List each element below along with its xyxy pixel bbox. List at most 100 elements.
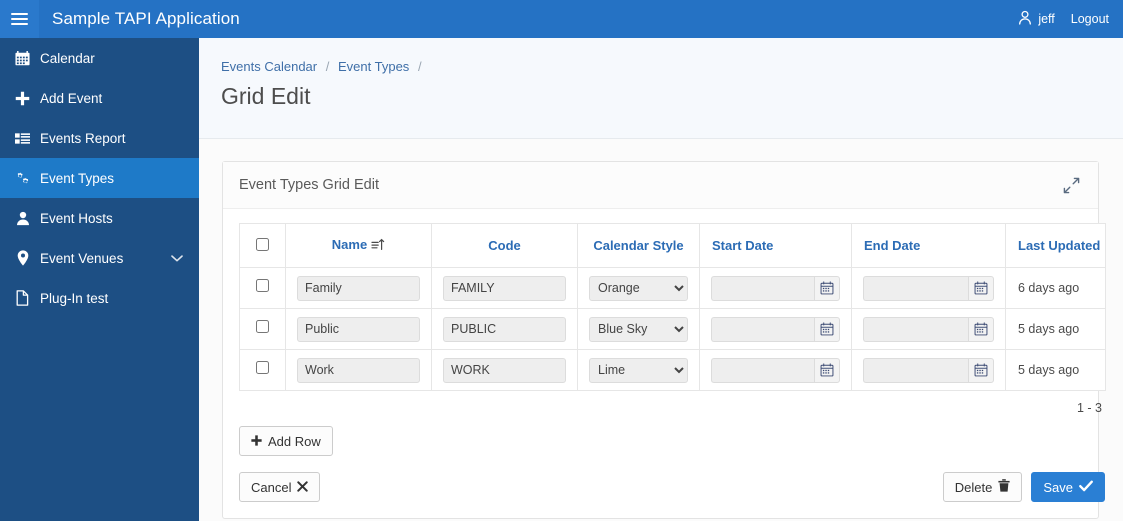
- code-input[interactable]: [443, 316, 566, 342]
- row-select-cell: [239, 267, 286, 309]
- start-date-cell: [699, 308, 852, 350]
- breadcrumb-separator: /: [417, 59, 422, 74]
- start-date-input[interactable]: [711, 357, 814, 383]
- column-header-label: Start Date: [712, 238, 774, 253]
- row-select-cell: [239, 349, 286, 391]
- x-icon: [297, 480, 309, 495]
- hamburger-bar: [11, 13, 28, 15]
- file-icon: [9, 290, 36, 306]
- save-label: Save: [1043, 479, 1073, 495]
- pagination-range: 1 - 3: [1076, 401, 1102, 415]
- sidebar-item-event-types[interactable]: Event Types: [0, 158, 199, 198]
- select-all-checkbox[interactable]: [256, 237, 269, 251]
- event-types-table: Name Code Calendar Style Start Date End …: [239, 223, 1106, 391]
- sidebar-item-event-hosts[interactable]: Event Hosts: [0, 198, 199, 238]
- calendar-picker-icon[interactable]: [814, 316, 840, 342]
- select-all-header: [239, 223, 286, 268]
- user-menu[interactable]: jeff: [1018, 10, 1055, 28]
- calendar-style-select[interactable]: OrangeBlue SkyLime: [589, 316, 688, 342]
- calendar-picker-icon[interactable]: [814, 357, 840, 383]
- sidebar-item-event-venues[interactable]: Event Venues: [0, 238, 199, 278]
- sidebar-item-plug-in-test[interactable]: Plug-In test: [0, 278, 199, 318]
- calendar-style-select[interactable]: OrangeBlue SkyLime: [589, 357, 688, 383]
- start-date-cell: [699, 349, 852, 391]
- end-date-cell: [851, 349, 1006, 391]
- last-updated-value: 5 days ago: [1018, 322, 1080, 336]
- hamburger-bar: [11, 23, 28, 25]
- breadcrumb-item-event-types[interactable]: Event Types: [338, 59, 409, 74]
- column-header-end-date[interactable]: End Date: [851, 223, 1006, 268]
- panel-title: Event Types Grid Edit: [239, 177, 379, 193]
- calendar-style-select[interactable]: OrangeBlue SkyLime: [589, 275, 688, 301]
- end-date-input[interactable]: [863, 316, 968, 342]
- breadcrumb-item-events-calendar[interactable]: Events Calendar: [221, 59, 317, 74]
- row-checkbox[interactable]: [256, 320, 269, 333]
- column-header-code[interactable]: Code: [431, 223, 578, 268]
- column-header-start-date[interactable]: Start Date: [699, 223, 852, 268]
- column-header-calendar-style[interactable]: Calendar Style: [577, 223, 700, 268]
- main-content: Events Calendar / Event Types / Grid Edi…: [199, 38, 1123, 521]
- start-date-input[interactable]: [711, 316, 814, 342]
- footer-actions: Delete Save: [942, 472, 1105, 502]
- list-icon: [9, 131, 36, 146]
- plus-icon: [9, 91, 36, 106]
- row-select-cell: [239, 308, 286, 350]
- last-updated-cell: 5 days ago: [1005, 308, 1106, 350]
- add-row-button[interactable]: Add Row: [239, 426, 333, 456]
- name-input[interactable]: [297, 316, 420, 342]
- column-header-label: Last Updated: [1018, 238, 1101, 253]
- column-header-name[interactable]: Name: [285, 223, 432, 268]
- sidebar-item-label: Plug-In test: [40, 290, 109, 306]
- code-cell: [431, 349, 578, 391]
- chevron-down-icon[interactable]: [171, 251, 183, 266]
- sidebar: Calendar Add Event Events Report Event T…: [0, 38, 199, 521]
- name-input[interactable]: [297, 357, 420, 383]
- name-input[interactable]: [297, 275, 420, 301]
- sidebar-item-add-event[interactable]: Add Event: [0, 78, 199, 118]
- calendar-picker-icon[interactable]: [968, 316, 994, 342]
- calendar-picker-icon[interactable]: [814, 275, 840, 301]
- name-cell: [285, 267, 432, 309]
- breadcrumb-separator: /: [325, 59, 330, 74]
- add-row-container: Add Row: [239, 415, 1082, 456]
- last-updated-cell: 5 days ago: [1005, 349, 1106, 391]
- calendar-style-cell: OrangeBlue SkyLime: [577, 267, 700, 309]
- end-date-cell: [851, 308, 1006, 350]
- calendar-picker-icon[interactable]: [968, 357, 994, 383]
- sidebar-item-label: Event Hosts: [40, 210, 113, 226]
- start-date-input[interactable]: [711, 275, 814, 301]
- cancel-button[interactable]: Cancel: [239, 472, 321, 502]
- hamburger-icon[interactable]: [0, 0, 39, 38]
- sidebar-item-events-report[interactable]: Events Report: [0, 118, 199, 158]
- add-row-label: Add Row: [268, 433, 321, 449]
- gears-icon: [9, 171, 36, 186]
- column-header-last-updated[interactable]: Last Updated: [1005, 223, 1106, 268]
- start-date-cell: [699, 267, 852, 309]
- row-checkbox[interactable]: [256, 279, 269, 292]
- app-title: Sample TAPI Application: [52, 9, 240, 28]
- table-body: OrangeBlue SkyLime6 days agoOrangeBlue S…: [239, 267, 1106, 391]
- sort-ascending-icon: [371, 238, 385, 254]
- user-icon: [1018, 10, 1032, 28]
- delete-button[interactable]: Delete: [942, 472, 1023, 502]
- code-input[interactable]: [443, 357, 566, 383]
- panel-footer: Cancel Delete Save: [239, 456, 1105, 518]
- table-header-row: Name Code Calendar Style Start Date End …: [239, 223, 1106, 268]
- top-bar: Sample TAPI Application jeff Logout: [0, 0, 1123, 38]
- sidebar-item-calendar[interactable]: Calendar: [0, 38, 199, 78]
- panel-header: Event Types Grid Edit: [223, 162, 1098, 209]
- expand-arrows-icon[interactable]: [1059, 173, 1084, 198]
- sidebar-item-label: Events Report: [40, 130, 126, 146]
- page-header: Events Calendar / Event Types / Grid Edi…: [199, 38, 1123, 139]
- row-checkbox[interactable]: [256, 361, 269, 374]
- top-bar-right: jeff Logout: [1018, 10, 1123, 28]
- sidebar-item-label: Event Venues: [40, 250, 124, 266]
- app-root: Sample TAPI Application jeff Logout Cale…: [0, 0, 1123, 521]
- code-input[interactable]: [443, 275, 566, 301]
- logout-button[interactable]: Logout: [1071, 12, 1109, 26]
- end-date-input[interactable]: [863, 275, 968, 301]
- calendar-picker-icon[interactable]: [968, 275, 994, 301]
- save-button[interactable]: Save: [1031, 472, 1105, 502]
- end-date-input[interactable]: [863, 357, 968, 383]
- column-header-label: Code: [488, 238, 521, 253]
